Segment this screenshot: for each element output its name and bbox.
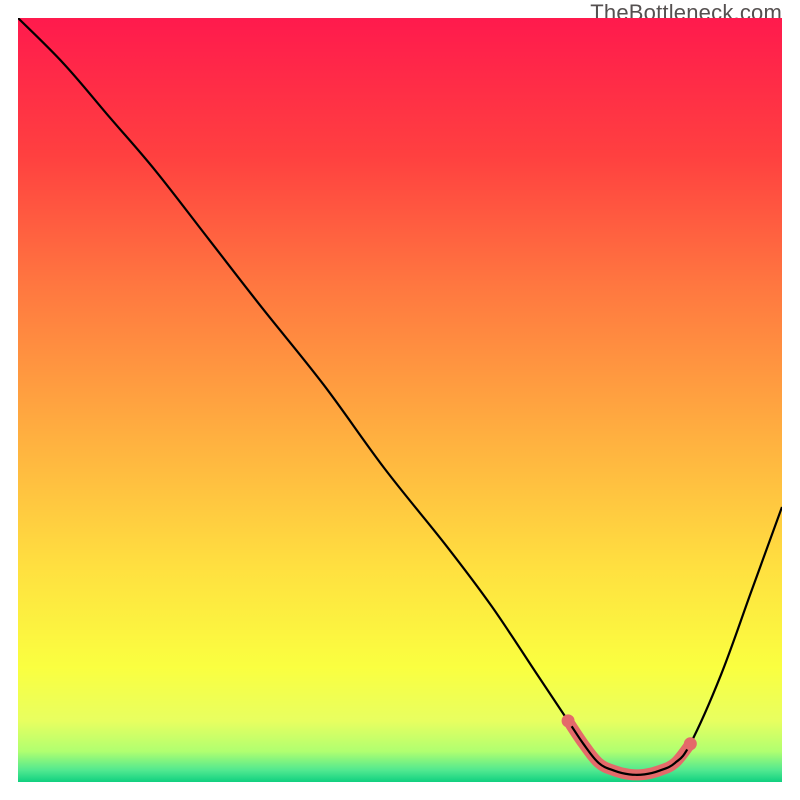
plot-area <box>18 18 782 782</box>
gradient-background <box>18 18 782 782</box>
chart-container: TheBottleneck.com <box>0 0 800 800</box>
